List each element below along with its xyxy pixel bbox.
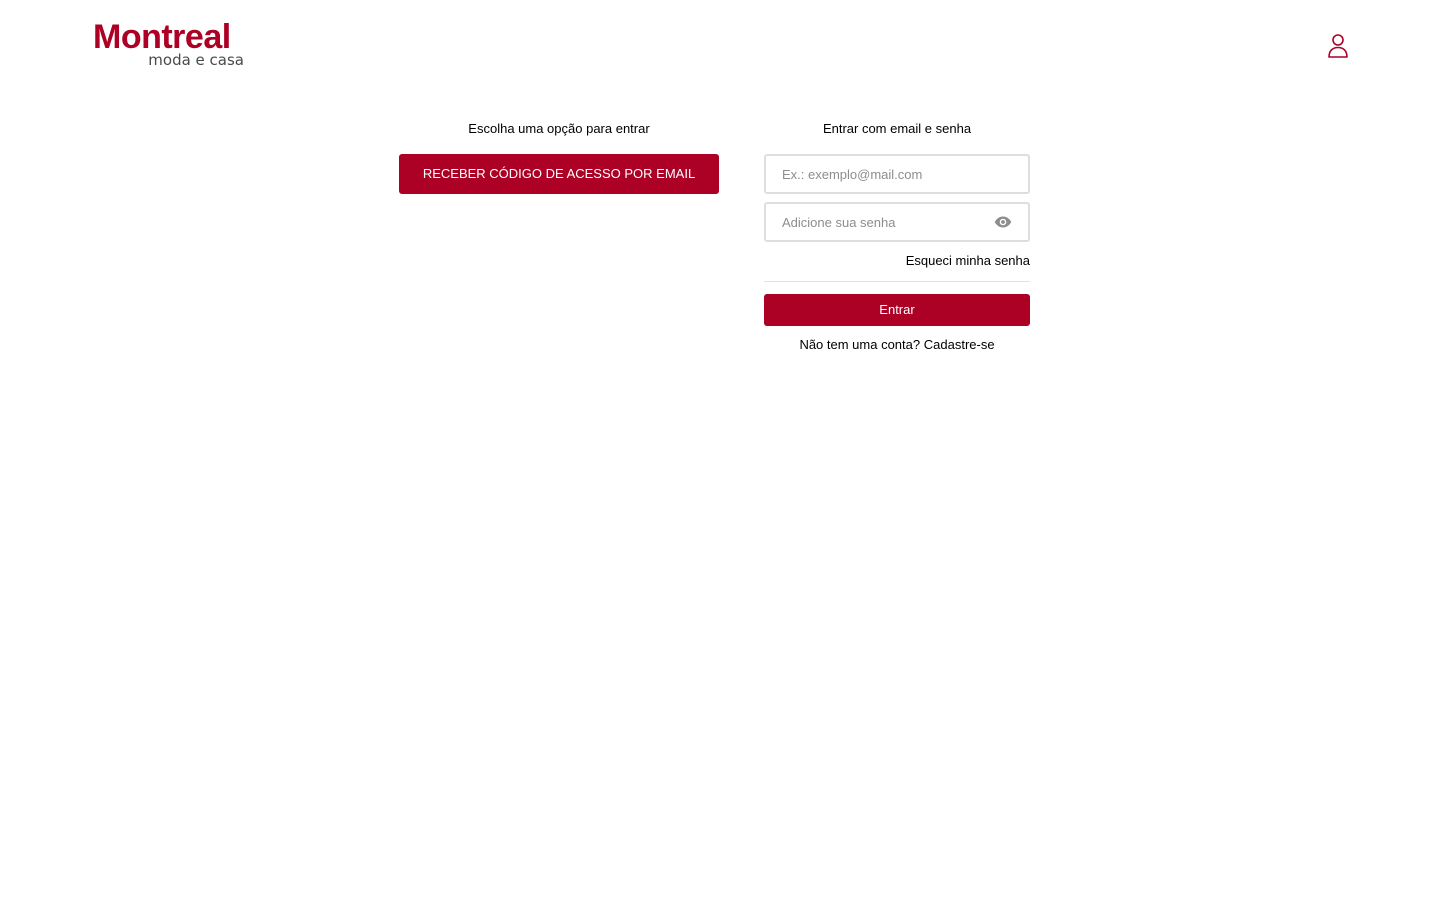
password-field-wrapper xyxy=(764,202,1030,242)
code-login-title: Escolha uma opção para entrar xyxy=(468,121,650,136)
signup-prompt-text: Não tem uma conta? xyxy=(799,337,921,352)
code-login-section: Escolha uma opção para entrar RECEBER CÓ… xyxy=(399,120,719,194)
password-field[interactable] xyxy=(766,204,1028,240)
forgot-password-link[interactable]: Esqueci minha senha xyxy=(906,253,1030,269)
email-login-title: Entrar com email e senha xyxy=(822,121,972,136)
email-field-wrapper xyxy=(764,154,1030,194)
signup-link[interactable]: Cadastre-se xyxy=(924,337,995,352)
email-field[interactable] xyxy=(766,156,1028,192)
signup-prompt: Não tem uma conta? Cadastre-se xyxy=(764,337,1030,353)
logo-tagline: moda e casa xyxy=(148,51,244,69)
eye-icon[interactable] xyxy=(994,215,1012,229)
receive-code-button[interactable]: RECEBER CÓDIGO DE ACESSO POR EMAIL xyxy=(399,154,719,194)
logo[interactable]: Montreal moda e casa xyxy=(93,18,248,70)
user-icon[interactable] xyxy=(1326,33,1350,59)
site-header: Montreal moda e casa xyxy=(0,0,1440,90)
login-button[interactable]: Entrar xyxy=(764,294,1030,326)
divider xyxy=(764,281,1030,282)
email-login-section: Entrar com email e senha Esqueci minha s… xyxy=(764,120,1030,352)
